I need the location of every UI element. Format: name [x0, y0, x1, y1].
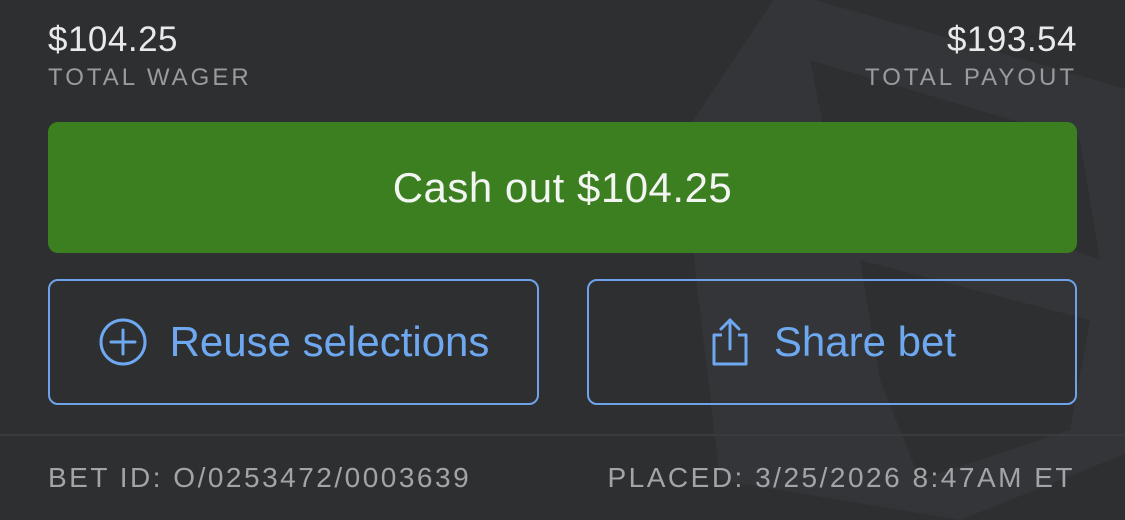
divider — [0, 434, 1125, 436]
bet-footer: BET ID: O/0253472/0003639 PLACED: 3/25/2… — [48, 458, 1075, 498]
bet-card: $104.25 TOTAL WAGER $193.54 TOTAL PAYOUT… — [0, 0, 1125, 520]
total-payout: $193.54 TOTAL PAYOUT — [865, 18, 1077, 94]
total-payout-amount: $193.54 — [946, 20, 1077, 59]
reuse-selections-label: Reuse selections — [169, 318, 490, 365]
cash-out-label: Cash out $104.25 — [392, 163, 733, 211]
reuse-selections-button[interactable]: Reuse selections — [48, 279, 539, 405]
share-bet-label: Share bet — [773, 318, 957, 365]
total-wager-label: TOTAL WAGER — [48, 64, 252, 91]
share-icon — [708, 317, 752, 367]
placed-timestamp: PLACED: 3/25/2026 8:47AM ET — [607, 462, 1075, 493]
total-wager-amount: $104.25 — [48, 20, 179, 59]
plus-circle-icon — [98, 317, 148, 367]
bet-summary: $104.25 TOTAL WAGER $193.54 TOTAL PAYOUT — [48, 18, 1077, 108]
bet-id: BET ID: O/0253472/0003639 — [48, 462, 472, 493]
total-wager: $104.25 TOTAL WAGER — [48, 18, 252, 94]
cash-out-button[interactable]: Cash out $104.25 — [48, 122, 1077, 253]
share-bet-button[interactable]: Share bet — [587, 279, 1077, 405]
total-payout-label: TOTAL PAYOUT — [864, 64, 1077, 91]
